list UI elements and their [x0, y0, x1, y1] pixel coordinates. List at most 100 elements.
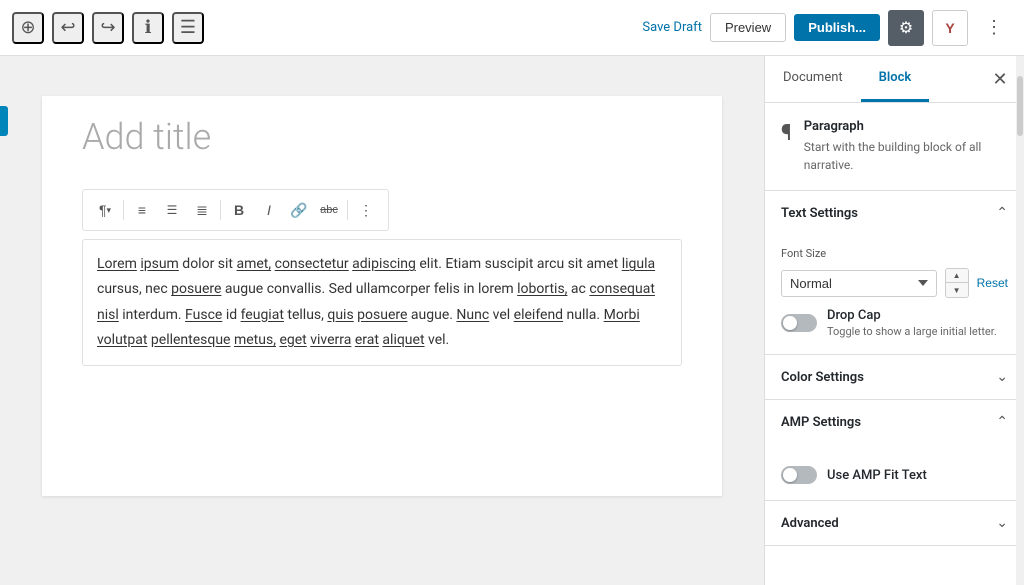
text-word-nunc: Nunc — [456, 307, 489, 323]
amp-settings-label: AMP Settings — [781, 415, 861, 430]
top-bar-right: Save Draft Preview Publish... ⚙ Y ⋮ — [642, 10, 1012, 46]
text-word-consequat: consequat — [589, 281, 655, 297]
text-word-lorem: Lorem — [97, 256, 137, 272]
align-right-icon: ≣ — [196, 202, 208, 219]
title-area[interactable]: Add title — [82, 116, 682, 159]
sidebar: Document Block ✕ ¶ Paragraph Start with … — [764, 56, 1024, 585]
text-word-posuere1: posuere — [171, 281, 221, 297]
spinner-down-button[interactable]: ▼ — [946, 283, 968, 297]
link-icon: 🔗 — [290, 202, 307, 219]
text-word-pellentesque: pellentesque — [151, 332, 231, 348]
text-word-metus: metus, — [234, 332, 276, 348]
text-word-aliquet: aliquet — [382, 332, 424, 348]
align-left-button[interactable]: ≡ — [128, 196, 156, 224]
editor-area: Add title ¶ ▾ ≡ ☰ ≣ — [0, 56, 764, 585]
text-block[interactable]: Lorem ipsum dolor sit amet, consectetur … — [82, 239, 682, 366]
drop-cap-toggle[interactable] — [781, 314, 817, 332]
drop-cap-desc: Toggle to show a large initial letter. — [827, 325, 997, 338]
font-size-spinner: ▲ ▼ — [945, 268, 969, 298]
text-word-quis: quis — [327, 307, 353, 323]
text-word-ipsum: ipsum — [140, 256, 179, 272]
toolbar-divider-3 — [347, 200, 348, 220]
advanced-header[interactable]: Advanced ⌄ — [765, 501, 1024, 546]
dropdown-arrow: ▾ — [107, 205, 112, 216]
title-placeholder: Add title — [82, 116, 682, 159]
settings-button[interactable]: ⚙ — [888, 10, 924, 46]
top-bar: ⊕ ↩ ↪ ℹ ☰ Save Draft Preview Publish... … — [0, 0, 1024, 56]
amp-settings-chevron: ⌃ — [996, 414, 1008, 430]
dots-icon: ⋮ — [985, 17, 1003, 38]
text-word-viverra: viverra — [310, 332, 351, 348]
add-button[interactable]: ⊕ — [12, 12, 44, 44]
tab-document[interactable]: Document — [765, 56, 861, 102]
amp-settings-header[interactable]: AMP Settings ⌃ — [765, 400, 1024, 444]
font-size-controls: Normal Small Medium Large Huge ▲ ▼ Reset — [781, 268, 1008, 298]
amp-fit-text-toggle[interactable] — [781, 466, 817, 484]
undo-button[interactable]: ↩ — [52, 12, 84, 44]
strikethrough-button[interactable]: abc — [315, 196, 343, 224]
italic-icon: I — [267, 202, 271, 218]
editor-content: Add title ¶ ▾ ≡ ☰ ≣ — [42, 96, 722, 496]
list-view-button[interactable]: ☰ — [172, 12, 204, 44]
text-word-nisl: nisl — [97, 307, 119, 323]
text-word-ligula: ligula — [622, 256, 655, 272]
drop-cap-label: Drop Cap — [827, 308, 997, 323]
yoast-icon: Y — [945, 20, 954, 36]
text-word-adipiscing: adipiscing — [352, 256, 416, 272]
redo-button[interactable]: ↪ — [92, 12, 124, 44]
text-word-amet1: amet, — [236, 256, 271, 272]
block-toolbar: ¶ ▾ ≡ ☰ ≣ B — [82, 189, 389, 231]
bold-icon: B — [234, 202, 244, 218]
font-size-label: Font Size — [781, 247, 1008, 260]
text-settings-header[interactable]: Text Settings ⌃ — [765, 191, 1024, 235]
preview-button[interactable]: Preview — [710, 13, 786, 42]
more-options-button[interactable]: ⋮ — [976, 10, 1012, 46]
text-word-feugiat: feugiat — [241, 307, 284, 323]
amp-fit-text-toggle-row: Use AMP Fit Text — [781, 466, 1008, 484]
italic-button[interactable]: I — [255, 196, 283, 224]
reset-button[interactable]: Reset — [977, 276, 1008, 290]
align-right-button[interactable]: ≣ — [188, 196, 216, 224]
color-settings-label: Color Settings — [781, 370, 864, 385]
text-settings-body: Font Size Normal Small Medium Large Huge… — [765, 235, 1024, 355]
text-word-erat: erat — [355, 332, 379, 348]
drop-cap-label-group: Drop Cap Toggle to show a large initial … — [827, 308, 997, 338]
color-settings-chevron: ⌄ — [996, 369, 1008, 385]
vertical-dots-icon: ⋮ — [359, 202, 373, 219]
align-center-button[interactable]: ☰ — [158, 196, 186, 224]
spinner-up-button[interactable]: ▲ — [946, 269, 968, 283]
yoast-button[interactable]: Y — [932, 10, 968, 46]
text-word-lobortis: lobortis, — [517, 281, 567, 297]
scrollbar-thumb[interactable] — [1017, 76, 1023, 136]
amp-fit-text-label: Use AMP Fit Text — [827, 468, 927, 483]
paragraph-title: Paragraph — [804, 119, 1008, 134]
tab-block[interactable]: Block — [861, 56, 930, 102]
paragraph-type-button[interactable]: ¶ ▾ — [91, 196, 119, 224]
text-word-consectetur: consectetur — [275, 256, 349, 272]
text-word-eget: eget — [279, 332, 306, 348]
publish-button[interactable]: Publish... — [794, 14, 880, 41]
save-draft-link[interactable]: Save Draft — [642, 20, 702, 35]
advanced-label: Advanced — [781, 516, 839, 531]
text-word-posuere2: posuere — [357, 307, 407, 323]
more-toolbar-options[interactable]: ⋮ — [352, 196, 380, 224]
top-bar-left: ⊕ ↩ ↪ ℹ ☰ — [12, 12, 642, 44]
info-button[interactable]: ℹ — [132, 12, 164, 44]
bold-button[interactable]: B — [225, 196, 253, 224]
paragraph-description: Paragraph Start with the building block … — [804, 119, 1008, 174]
drop-cap-toggle-row: Drop Cap Toggle to show a large initial … — [781, 308, 1008, 338]
amp-settings-body: Use AMP Fit Text — [765, 444, 1024, 501]
text-word-volutpat: volutpat — [97, 332, 147, 348]
align-left-icon: ≡ — [138, 202, 146, 218]
scrollbar-track[interactable] — [1016, 56, 1024, 585]
sidebar-header: Document Block ✕ — [765, 56, 1024, 103]
close-icon: ✕ — [992, 69, 1007, 90]
text-word-eleifend: eleifend — [514, 307, 563, 323]
advanced-chevron: ⌄ — [996, 515, 1008, 531]
sidebar-close-button[interactable]: ✕ — [986, 65, 1014, 93]
toolbar-divider-1 — [123, 200, 124, 220]
link-button[interactable]: 🔗 — [285, 196, 313, 224]
font-size-select[interactable]: Normal Small Medium Large Huge — [781, 270, 937, 297]
color-settings-header[interactable]: Color Settings ⌄ — [765, 355, 1024, 400]
toolbar-divider-2 — [220, 200, 221, 220]
